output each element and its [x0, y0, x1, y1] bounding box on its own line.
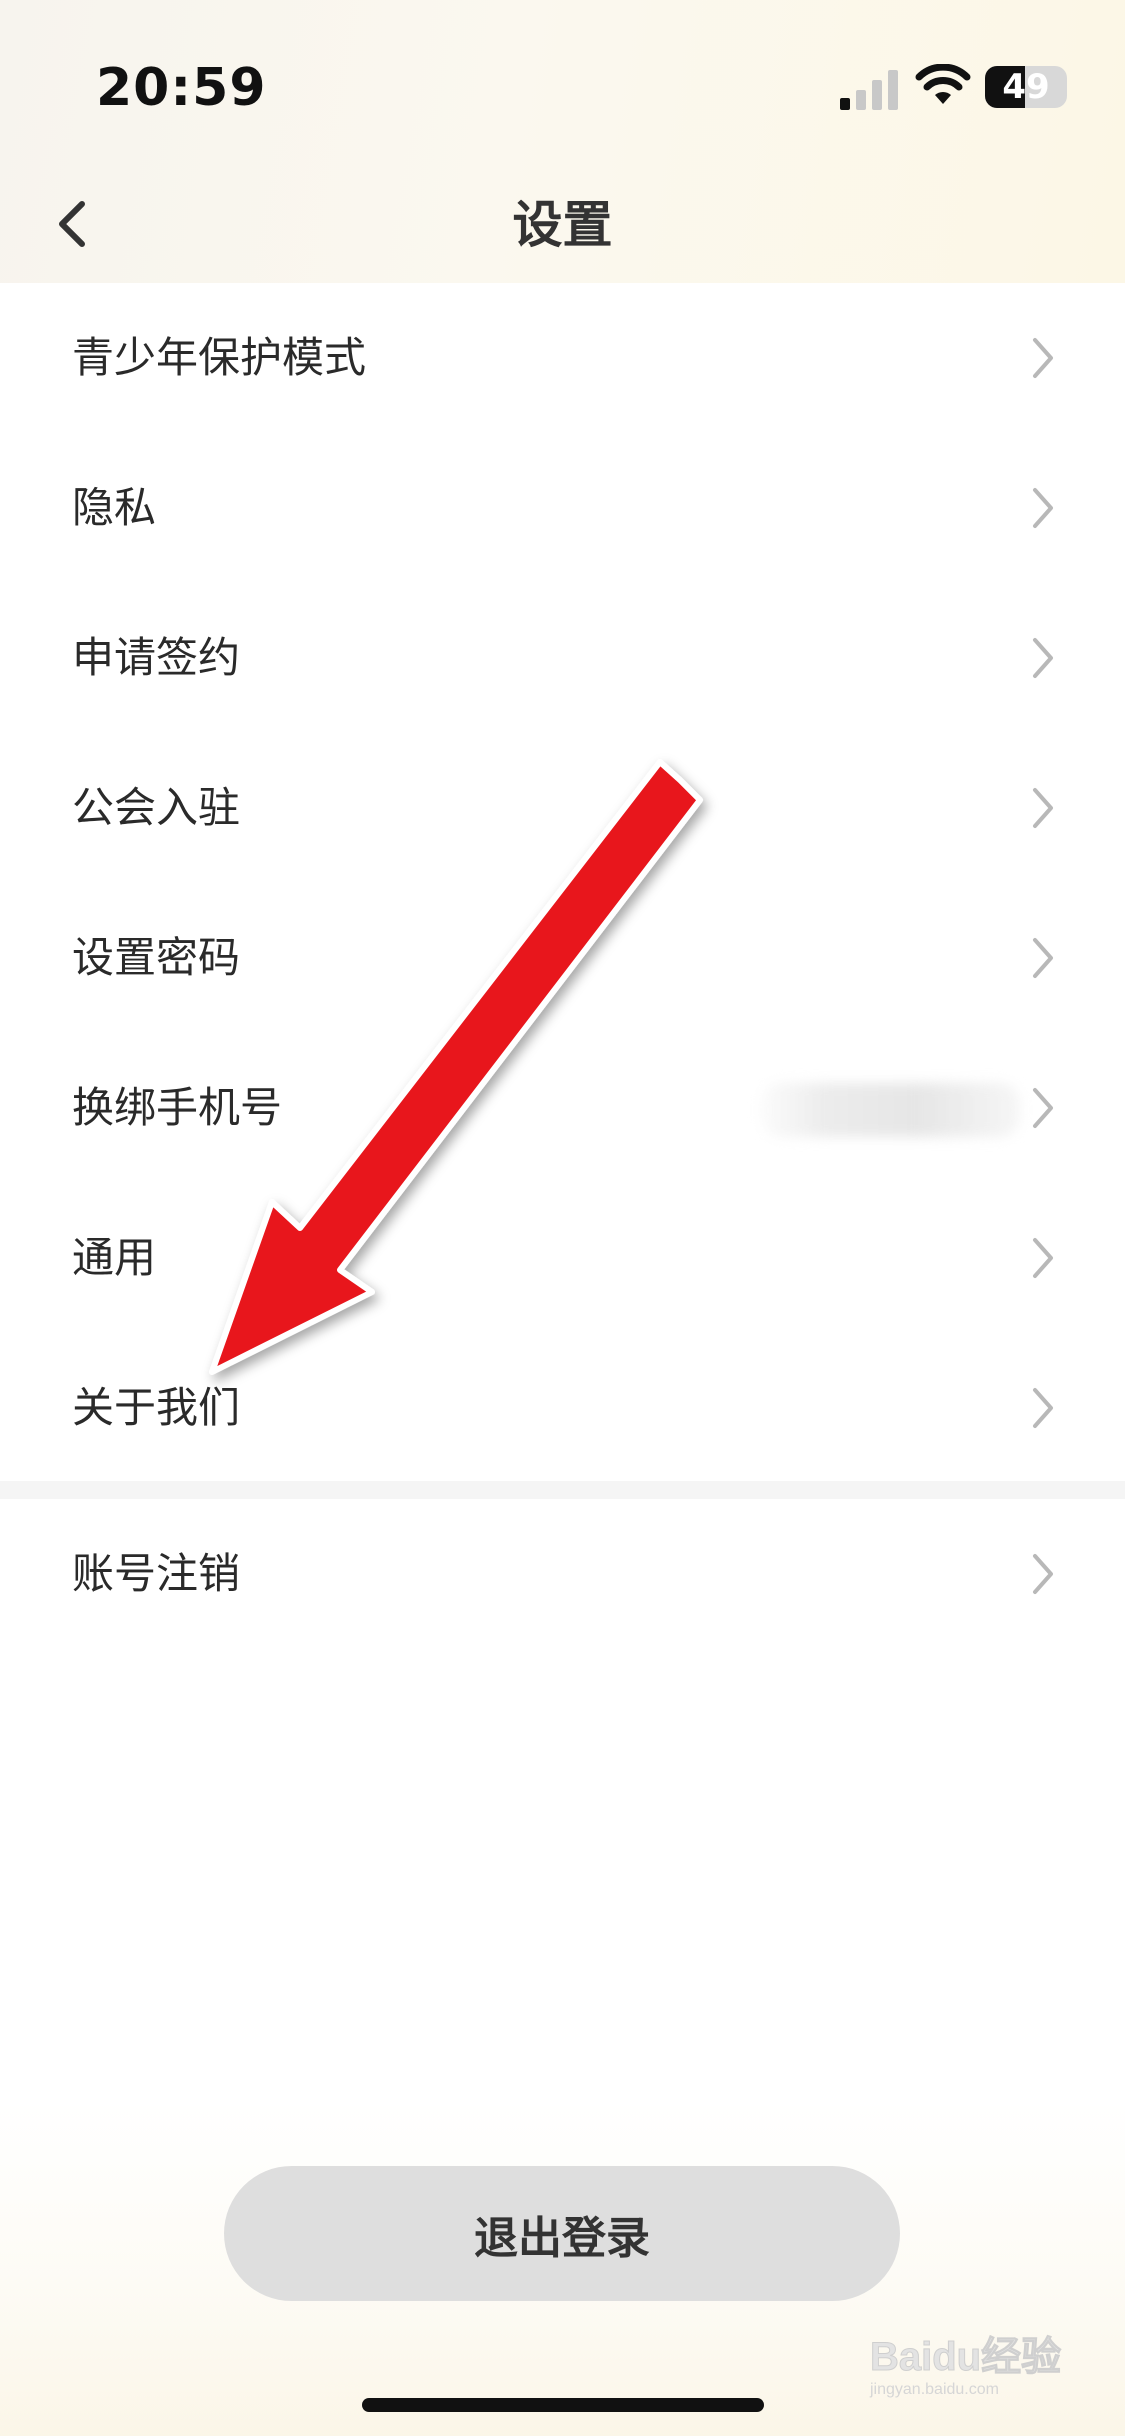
chevron-right-icon	[1033, 788, 1053, 828]
settings-row[interactable]: 换绑手机号	[0, 1033, 1125, 1183]
settings-row[interactable]: 通用	[0, 1183, 1125, 1333]
settings-list: 青少年保护模式 隐私申请签约公会入驻设置密码换绑手机号通用关于我们	[0, 283, 1125, 1483]
settings-row-label: 通用	[72, 1233, 157, 1282]
phone-number-redacted	[760, 1083, 1020, 1137]
account-list: 账号注销	[0, 1499, 1125, 1649]
svg-text:jingyan.baidu.com: jingyan.baidu.com	[869, 2381, 999, 2398]
settings-row-label: 公会入驻	[72, 783, 241, 832]
chevron-right-icon	[1033, 638, 1053, 678]
settings-row[interactable]: 隐私	[0, 433, 1125, 583]
settings-row[interactable]: 青少年保护模式	[0, 283, 1125, 433]
settings-row-label: 账号注销	[72, 1549, 241, 1598]
battery-icon: 49	[985, 66, 1067, 108]
page-title: 设置	[512, 196, 613, 254]
settings-row[interactable]: 设置密码	[0, 883, 1125, 1033]
status-bar: 20:59 49	[0, 0, 1125, 170]
logout-button[interactable]: 退出登录	[224, 2166, 900, 2301]
settings-row[interactable]: 申请签约	[0, 583, 1125, 733]
settings-row-label: 换绑手机号	[72, 1083, 283, 1132]
svg-text:Baidu经验: Baidu经验	[870, 2335, 1061, 2379]
battery-level: 49	[1002, 67, 1050, 107]
chevron-right-icon	[1033, 1088, 1053, 1128]
settings-row[interactable]: 账号注销	[0, 1499, 1125, 1649]
chevron-right-icon	[1033, 938, 1053, 978]
wifi-icon	[915, 64, 971, 104]
settings-row-label: 隐私	[72, 483, 157, 532]
settings-row-label: 青少年保护模式	[72, 333, 367, 382]
watermark-logo: Baidu经验 jingyan.baidu.com	[869, 2335, 1062, 2399]
chevron-right-icon	[1033, 1554, 1053, 1594]
chevron-right-icon	[1033, 1238, 1053, 1278]
cellular-signal-icon	[840, 70, 898, 110]
settings-row[interactable]: 关于我们	[0, 1333, 1125, 1483]
settings-row-label: 设置密码	[72, 933, 241, 982]
navigation-bar: 设置	[0, 170, 1125, 280]
settings-row-label: 申请签约	[72, 633, 241, 682]
settings-row[interactable]: 公会入驻	[0, 733, 1125, 883]
chevron-right-icon	[1033, 488, 1053, 528]
chevron-right-icon	[1033, 1388, 1053, 1428]
status-time: 20:59	[96, 58, 267, 118]
section-divider	[0, 1481, 1125, 1499]
home-indicator[interactable]	[362, 2398, 764, 2412]
settings-row-label: 关于我们	[72, 1383, 241, 1432]
chevron-right-icon	[1033, 338, 1053, 378]
